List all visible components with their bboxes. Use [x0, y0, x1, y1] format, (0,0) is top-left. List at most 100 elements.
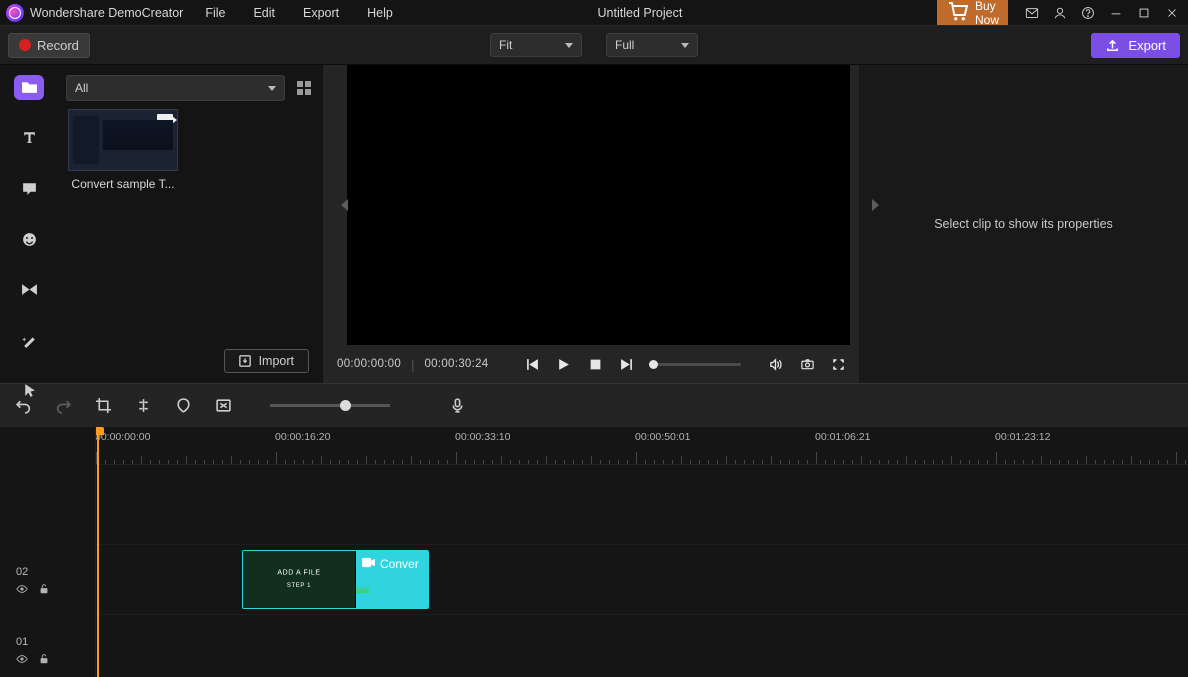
snapshot-button[interactable]	[796, 353, 817, 375]
unlock-icon[interactable]	[38, 583, 50, 595]
effects-icon[interactable]	[14, 328, 44, 353]
fit-dropdown[interactable]: Fit	[490, 33, 582, 57]
full-label: Full	[615, 38, 634, 52]
track-row-2[interactable]: ADD A FILE STEP 1 Conver	[96, 545, 1188, 615]
help-icon[interactable]	[1074, 0, 1102, 25]
stop-button[interactable]	[585, 353, 606, 375]
panel-collapse-right-icon[interactable]	[872, 199, 879, 211]
media-clip-item[interactable]: Convert sample T...	[68, 109, 178, 191]
project-title: Untitled Project	[343, 6, 937, 20]
split-button[interactable]	[132, 395, 154, 417]
fullscreen-button[interactable]	[828, 353, 849, 375]
record-button[interactable]: Record	[8, 33, 90, 58]
timeline: 02 01 00:00:00:00 00:00:16:20 00:00:33:1…	[0, 427, 1188, 677]
marker-button[interactable]	[172, 395, 194, 417]
clip-thumb-subtext: STEP 1	[287, 583, 311, 589]
export-button[interactable]: Export	[1091, 33, 1180, 58]
track-1-label: 01	[16, 636, 95, 648]
track-1-header: 01	[0, 615, 95, 677]
clip-thumb-text: ADD A FILE	[277, 569, 320, 576]
cart-icon	[946, 0, 970, 24]
fit-screen-button[interactable]	[212, 395, 234, 417]
menu-bar: Wondershare DemoCreator File Edit Export…	[0, 0, 1188, 25]
properties-panel: Select clip to show its properties	[859, 65, 1188, 383]
mail-icon[interactable]	[1018, 0, 1046, 25]
time-divider: |	[411, 357, 414, 372]
record-dot-icon	[19, 39, 31, 51]
undo-button[interactable]	[12, 395, 34, 417]
media-library-icon[interactable]	[14, 75, 44, 100]
crop-button[interactable]	[92, 395, 114, 417]
import-button[interactable]: Import	[224, 349, 309, 373]
previous-frame-button[interactable]	[522, 353, 543, 375]
video-icon	[157, 114, 173, 126]
timeline-toolbar	[0, 383, 1188, 427]
close-icon[interactable]	[1158, 0, 1186, 25]
panel-collapse-left-icon[interactable]	[341, 199, 348, 211]
timeline-track-labels: 02 01	[0, 427, 96, 677]
video-badge-icon	[362, 557, 375, 568]
timeline-ruler[interactable]: 00:00:00:00 00:00:16:20 00:00:33:10 00:0…	[96, 427, 1188, 465]
preview-video-area[interactable]	[347, 65, 850, 345]
app-logo-icon	[6, 4, 24, 22]
export-label: Export	[1128, 38, 1166, 53]
chevron-down-icon	[268, 86, 276, 91]
record-label: Record	[37, 38, 79, 53]
buy-now-label: Buy Now	[975, 0, 999, 27]
timeline-clip[interactable]: ADD A FILE STEP 1 Conver	[242, 550, 429, 609]
maximize-icon[interactable]	[1130, 0, 1158, 25]
text-icon[interactable]	[14, 126, 44, 151]
current-time: 00:00:00:00	[337, 358, 401, 370]
voiceover-button[interactable]	[446, 395, 468, 417]
preview-panel: 00:00:00:00 | 00:00:30:24	[323, 65, 859, 383]
caption-icon[interactable]	[14, 176, 44, 201]
properties-placeholder: Select clip to show its properties	[934, 217, 1113, 231]
menu-edit[interactable]: Edit	[253, 6, 275, 20]
media-clip-thumbnail	[68, 109, 178, 171]
clip-thumbnail: ADD A FILE STEP 1	[243, 551, 356, 608]
export-icon	[1105, 38, 1120, 53]
redo-button[interactable]	[52, 395, 74, 417]
ruler-label: 00:00:00:00	[96, 431, 150, 443]
account-icon[interactable]	[1046, 0, 1074, 25]
track-2-header: 02	[0, 545, 95, 615]
ruler-label: 00:00:33:10	[455, 431, 510, 443]
grid-view-icon[interactable]	[293, 77, 315, 99]
import-label: Import	[259, 354, 294, 368]
track-2-label: 02	[16, 566, 95, 578]
transition-icon[interactable]	[14, 277, 44, 302]
ruler-label: 00:01:23:12	[995, 431, 1050, 443]
visibility-icon[interactable]	[16, 653, 28, 665]
playback-controls: 00:00:00:00 | 00:00:30:24	[323, 345, 859, 383]
timeline-track-area[interactable]: 00:00:00:00 00:00:16:20 00:00:33:10 00:0…	[96, 427, 1188, 677]
zoom-slider[interactable]	[270, 404, 390, 407]
ruler-label: 00:00:50:01	[635, 431, 690, 443]
menu-file[interactable]: File	[205, 6, 225, 20]
app-name: Wondershare DemoCreator	[30, 6, 183, 20]
full-dropdown[interactable]: Full	[606, 33, 698, 57]
minimize-icon[interactable]	[1102, 0, 1130, 25]
next-frame-button[interactable]	[616, 353, 637, 375]
side-icon-rail	[0, 65, 58, 383]
chevron-down-icon	[681, 43, 689, 48]
track-row-empty[interactable]	[96, 465, 1188, 545]
import-icon	[239, 355, 251, 367]
unlock-icon[interactable]	[38, 653, 50, 665]
middle-area: All Convert sample T... Import	[0, 65, 1188, 383]
menu-export[interactable]: Export	[303, 6, 339, 20]
media-filter-dropdown[interactable]: All	[66, 75, 285, 101]
total-time: 00:00:30:24	[424, 358, 488, 370]
playback-progress[interactable]	[651, 363, 741, 366]
zoom-knob-icon[interactable]	[340, 400, 351, 411]
visibility-icon[interactable]	[16, 583, 28, 595]
secondary-toolbar: Record Fit Full Export	[0, 25, 1188, 65]
progress-knob-icon[interactable]	[649, 360, 658, 369]
sticker-icon[interactable]	[14, 227, 44, 252]
play-button[interactable]	[553, 353, 574, 375]
media-clip-name: Convert sample T...	[68, 177, 178, 191]
playhead[interactable]	[97, 427, 99, 677]
volume-button[interactable]	[765, 353, 786, 375]
ruler-label: 00:01:06:21	[815, 431, 870, 443]
chevron-down-icon	[565, 43, 573, 48]
track-row-1[interactable]	[96, 615, 1188, 677]
